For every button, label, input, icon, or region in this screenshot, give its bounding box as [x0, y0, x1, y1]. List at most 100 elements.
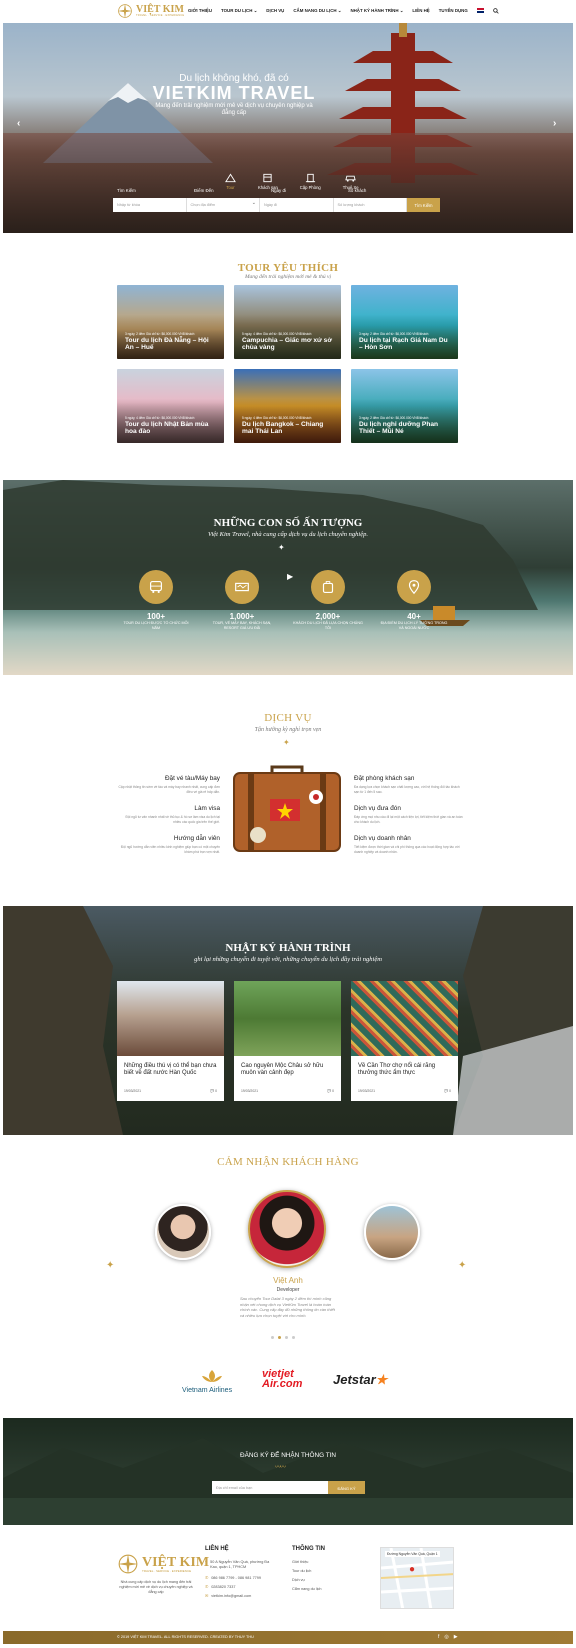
menu-item-journal[interactable]: NHẬT KÝ HÀNH TRÌNH ⌄ — [350, 8, 403, 14]
footer-phone[interactable]: ✆ 086 986 7799 - 086 981 7799 — [205, 1576, 261, 1581]
tour-card[interactable]: 3 ngày, 2 đêm Giá chỉ từ: $6,000.000 VNĐ… — [351, 285, 458, 359]
service-business[interactable]: Dịch vụ doanh nhân Tiết kiệm được thời g… — [354, 835, 464, 854]
testimonial-avatar-active[interactable] — [248, 1190, 326, 1268]
facebook-icon[interactable]: f — [438, 1634, 439, 1640]
service-heading: Đặt vé tàu/Máy bay — [164, 775, 220, 782]
uk-flag-icon[interactable] — [476, 8, 484, 13]
testimonial-name: Việt Anh — [273, 1276, 303, 1285]
footer-description: Nhà cung cấp dịch vụ du lịch mang đến tr… — [119, 1580, 193, 1594]
journal-card-date: 19/03/2021 — [241, 1089, 258, 1093]
footer-link-label: Tour du lịch — [292, 1569, 312, 1573]
hero-next-arrow-icon[interactable]: › — [553, 118, 556, 129]
phone-icon: ✆ — [205, 1576, 209, 1580]
pagination-dot-active[interactable] — [278, 1336, 281, 1339]
footer-link[interactable]: Dịch vụ — [292, 1578, 305, 1583]
luggage-icon — [322, 581, 334, 593]
tour-card[interactable]: 3 ngày, 2 đêm Giá chỉ từ: $6,000.000 VNĐ… — [117, 285, 224, 359]
journal-card[interactable]: Cao nguyên Mộc Châu sở hữu muôn vàn cảnh… — [234, 981, 341, 1101]
destination-select[interactable]: Chọn địa điểm — [187, 198, 260, 212]
tour-meta: 3 ngày, 2 đêm Giá chỉ từ: $6,000.000 VNĐ… — [125, 332, 195, 336]
menu-item-guide[interactable]: CẨM NANG DU LỊCH ⌄ — [293, 8, 341, 14]
newsletter-title: ĐĂNG KÝ ĐỂ NHẬN THÔNG TIN — [240, 1452, 336, 1459]
journal-card-date: 19/03/2021 — [358, 1089, 375, 1093]
stat-circle — [139, 570, 173, 604]
footer-landline[interactable]: ✆ 0283820 7337 — [205, 1585, 235, 1590]
testimonial-avatar-left[interactable] — [155, 1204, 211, 1260]
search-bar: Nhập từ khóa Chọn địa điểm Ngày đi Số lư… — [113, 198, 440, 212]
partner-vietjet[interactable]: vietjet Air.com — [262, 1369, 322, 1390]
journal-card[interactable]: Những điều thú vị có thể bạn chưa biết v… — [117, 981, 224, 1101]
bay-islands-illustration — [3, 1438, 573, 1525]
pagination-dot[interactable] — [285, 1336, 288, 1339]
service-heading: Làm visa — [194, 805, 220, 812]
service-heading: Dịch vụ đưa đón — [354, 805, 401, 812]
menu-item-about[interactable]: GIỚI THIỆU — [188, 8, 212, 14]
tour-card[interactable]: 5 ngày, 4 đêm Giá chỉ từ: $6,000.000 VNĐ… — [117, 369, 224, 443]
hero-prev-arrow-icon[interactable]: ‹ — [17, 118, 20, 129]
rock-left-illustration — [3, 906, 123, 1135]
keyword-input[interactable]: Nhập từ khóa — [113, 198, 187, 212]
journal-card[interactable]: Về Cần Thơ chợ nổi cái răng thưởng thức … — [351, 981, 458, 1101]
search-label-keyword: Tìm Kiếm — [117, 188, 136, 193]
youtube-icon[interactable]: ▶ — [454, 1634, 458, 1640]
testimonial-next-icon[interactable]: ✦ — [458, 1260, 466, 1271]
pagination-dot[interactable] — [292, 1336, 295, 1339]
testimonial-avatar-right[interactable] — [364, 1204, 420, 1260]
tour-name: Du lịch Bangkok – Chiang mai Thái Lan — [242, 421, 324, 435]
services-subtitle: Tận hưởng kỳ nghỉ trọn vẹn — [254, 727, 322, 733]
service-text: Đáp ứng mọi nhu cầu đi lại một cách tiện… — [354, 815, 463, 824]
footer-info-heading: THÔNG TIN — [292, 1546, 325, 1552]
service-hotel[interactable]: Đặt phòng khách sạn Đa dạng lựa chọn khá… — [354, 775, 464, 794]
journal-image — [351, 981, 458, 1056]
service-heading: Hướng dẫn viên — [173, 835, 220, 842]
journal-card-date: 19/03/2021 — [124, 1089, 141, 1093]
jetstar-star-icon: ★ — [375, 1372, 388, 1387]
footer-link[interactable]: Cẩm nang du lịch — [292, 1587, 322, 1592]
stat-label: KHÁCH DU LỊCH ĐÃ LỰA CHỌN CHÚNG TÔI — [293, 621, 363, 630]
stat-label: ĐỊA ĐIỂM DU LỊCH LÝ TƯỞNG TRONG VÀ NGOÀI… — [380, 621, 448, 630]
search-button[interactable]: Tìm Kiếm — [407, 198, 440, 212]
service-text: Tiết kiệm được thời gian và chi phí thôn… — [354, 845, 460, 854]
footer-map[interactable]: ● Đường Nguyễn Văn Quá, Quận 1 — [380, 1547, 454, 1609]
menu-item-tours[interactable]: TOUR DU LỊCH ⌄ — [221, 8, 257, 14]
menu-item-careers[interactable]: TUYỂN DỤNG — [439, 8, 468, 14]
date-input[interactable]: Ngày đi — [260, 198, 334, 212]
tours-title: TOUR YÊU THÍCH — [237, 262, 339, 274]
newsletter-submit-button[interactable]: ĐĂNG KÝ — [328, 1481, 365, 1494]
tour-card[interactable]: 5 ngày, 4 đêm Giá chỉ từ: $6,000.000 VNĐ… — [234, 285, 341, 359]
partner-jetstar[interactable]: Jetstar★ — [333, 1372, 387, 1388]
tour-card[interactable]: 3 ngày, 2 đêm Giá chỉ từ: $6,000.000 VNĐ… — [351, 369, 458, 443]
journal-section: NHẬT KÝ HÀNH TRÌNH ghi lại những chuyến … — [3, 906, 573, 1135]
service-text: Cập nhật thông tin sớm về tàu và máy bay… — [118, 785, 220, 794]
site-logo[interactable]: VIỆT KIM TRAVEL · SERVICE · EXPERIENCE — [117, 3, 184, 19]
instagram-icon[interactable]: ◎ — [444, 1634, 448, 1640]
stat-number: 2,000+ — [315, 612, 341, 621]
footer-link[interactable]: Tour du lịch — [292, 1569, 311, 1574]
journal-card-title: Về Cần Thơ chợ nổi cái răng thưởng thức … — [358, 1063, 436, 1076]
map-label: Đường Nguyễn Văn Quá, Quận 1 — [385, 1551, 440, 1557]
pagination-dot[interactable] — [271, 1336, 274, 1339]
tour-card[interactable]: 5 ngày, 4 đêm Giá chỉ từ: $6,000.000 VNĐ… — [234, 369, 341, 443]
journal-subtitle: ghi lại những chuyến đi tuyệt vời, những… — [194, 956, 382, 963]
vietnam-airlines-lotus-icon — [202, 1370, 222, 1382]
service-heading: Đặt phòng khách sạn — [354, 775, 415, 782]
testimonial-prev-icon[interactable]: ✦ — [106, 1260, 114, 1271]
journal-image — [117, 981, 224, 1056]
service-flight[interactable]: Đặt vé tàu/Máy bay Cập nhật thông tin sớ… — [118, 775, 220, 794]
footer-email[interactable]: ✉ vietkim.info@gmail.com — [205, 1594, 251, 1599]
guests-input[interactable]: Số lượng khách — [334, 198, 407, 212]
partner-vietnam-airlines[interactable]: Vietnam Airlines — [182, 1368, 242, 1394]
menu-item-contact[interactable]: LIÊN HỆ — [412, 8, 429, 14]
search-icon[interactable] — [492, 8, 499, 14]
stat-item: 2,000+ KHÁCH DU LỊCH ĐÃ LỰA CHỌN CHÚNG T… — [293, 570, 363, 630]
service-visa[interactable]: Làm visa Đội ngũ tư vấn nhanh nhất về th… — [118, 805, 220, 824]
menu-item-services[interactable]: DỊCH VỤ — [266, 8, 284, 14]
footer-link[interactable]: Giới thiệu — [292, 1560, 308, 1565]
comment-count: 💬 0 — [326, 1089, 334, 1093]
footer-logo[interactable]: VIỆT KIM TRAVEL · SERVICE · EXPERIENCE — [117, 1553, 209, 1575]
service-transfer[interactable]: Dịch vụ đưa đón Đáp ứng mọi nhu cầu đi l… — [354, 805, 464, 824]
footer-address: ⌖ 50 A Nguyễn Văn Quá, phường Đa Kao, quậ… — [205, 1560, 275, 1570]
newsletter-email-input[interactable]: Địa chỉ email của bạn — [212, 1481, 328, 1494]
service-guide[interactable]: Hướng dẫn viên Đội ngũ hướng dẫn viên nh… — [118, 835, 220, 854]
journal-title: NHẬT KÝ HÀNH TRÌNH — [225, 942, 351, 954]
